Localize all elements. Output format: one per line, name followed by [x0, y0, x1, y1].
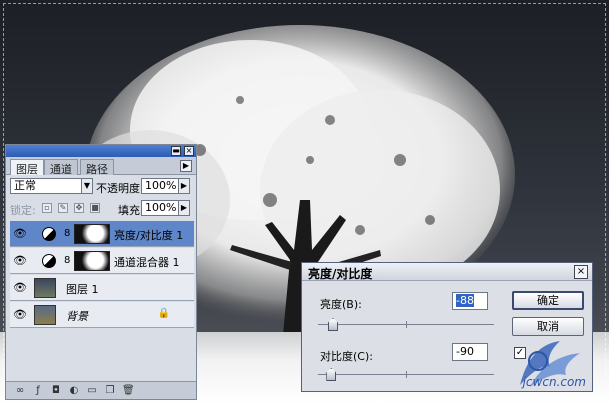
- layer-mask-thumbnail[interactable]: [74, 251, 110, 271]
- layer-channel-mixer[interactable]: 👁 8 通道混合器 1: [10, 248, 194, 274]
- blend-mode-select[interactable]: 正常: [10, 178, 82, 194]
- panel-menu-icon[interactable]: ▶: [180, 160, 192, 172]
- opacity-slider-icon[interactable]: ▶: [178, 178, 190, 194]
- lock-all-icon[interactable]: ■: [90, 203, 100, 213]
- brightness-label: 亮度(B):: [320, 298, 362, 311]
- contrast-slider[interactable]: [318, 368, 494, 382]
- tab-layers[interactable]: 图层: [10, 159, 44, 176]
- panel-footer: ∞ ƒ ◘ ◐ ▭ ❐ 🗑: [6, 381, 196, 399]
- tab-channels[interactable]: 通道: [44, 159, 78, 176]
- tab-paths[interactable]: 路径: [80, 159, 114, 176]
- layer-thumbnail: [34, 278, 56, 298]
- eye-icon[interactable]: 👁: [13, 227, 27, 241]
- slider-center-tick: [406, 371, 407, 378]
- layer-thumbnail: [34, 305, 56, 325]
- lock-label: 锁定:: [10, 204, 36, 217]
- eye-icon[interactable]: 👁: [13, 308, 27, 322]
- lock-transparency-icon[interactable]: ▫: [42, 203, 52, 213]
- fill-slider-icon[interactable]: ▶: [178, 200, 190, 216]
- contrast-input[interactable]: -90: [452, 343, 488, 361]
- delete-layer-icon[interactable]: 🗑: [122, 385, 135, 397]
- brightness-slider-knob[interactable]: [327, 318, 338, 331]
- add-mask-icon[interactable]: ◘: [50, 385, 62, 397]
- close-icon[interactable]: ×: [184, 146, 194, 156]
- lock-icon: 🔒: [157, 308, 170, 319]
- minimize-icon[interactable]: ▬: [171, 146, 181, 156]
- layer-name: 通道混合器 1: [114, 256, 180, 269]
- layer-mask-thumbnail[interactable]: [74, 224, 110, 244]
- ok-button[interactable]: 确定: [512, 291, 584, 310]
- adjustment-layer-icon: [42, 227, 56, 241]
- contrast-label: 对比度(C):: [320, 350, 373, 363]
- layer-name: 背景: [66, 310, 88, 323]
- brightness-slider[interactable]: [318, 318, 494, 332]
- layer-name: 图层 1: [66, 283, 99, 296]
- layers-panel: ▬ × 图层 通道 路径 ▶ 正常 ▼ 不透明度: 100% ▶ 锁定: ▫ ✎…: [5, 144, 197, 400]
- close-icon[interactable]: ×: [574, 265, 588, 279]
- lock-position-icon[interactable]: ✥: [74, 203, 84, 213]
- adjustment-layer-icon: [42, 254, 56, 268]
- dialog-title: 亮度/对比度: [308, 267, 373, 281]
- layer-name: 亮度/对比度 1: [114, 229, 184, 242]
- dialog-titlebar[interactable]: 亮度/对比度 ×: [302, 263, 592, 281]
- watermark-text: jcwcn.com: [522, 375, 586, 389]
- opacity-input[interactable]: 100%: [141, 178, 179, 194]
- link-icon[interactable]: 8: [64, 228, 70, 239]
- opacity-label: 不透明度:: [96, 182, 144, 195]
- blend-mode-dropdown-icon[interactable]: ▼: [81, 178, 93, 194]
- link-layers-icon[interactable]: ∞: [14, 385, 26, 397]
- contrast-slider-knob[interactable]: [326, 368, 337, 381]
- new-adjustment-icon[interactable]: ◐: [68, 385, 80, 397]
- panel-tabs: 图层 通道 路径 ▶: [6, 157, 196, 176]
- link-icon[interactable]: 8: [64, 255, 70, 266]
- slider-center-tick: [406, 321, 407, 328]
- layer-background[interactable]: 👁 背景 🔒: [10, 302, 194, 328]
- cancel-button[interactable]: 取消: [512, 317, 584, 336]
- new-layer-icon[interactable]: ❐: [104, 385, 116, 397]
- layer-brightness-contrast[interactable]: 👁 8 亮度/对比度 1: [10, 221, 194, 247]
- lock-image-icon[interactable]: ✎: [58, 203, 68, 213]
- panel-titlebar[interactable]: ▬ ×: [6, 145, 196, 157]
- eye-icon[interactable]: 👁: [13, 281, 27, 295]
- layer-style-icon[interactable]: ƒ: [32, 385, 44, 397]
- fill-input[interactable]: 100%: [141, 200, 179, 216]
- new-group-icon[interactable]: ▭: [86, 385, 98, 397]
- brightness-contrast-dialog: 亮度/对比度 × 亮度(B): -88 对比度(C): -90 确定 取消 ✓ …: [301, 262, 593, 392]
- brightness-value: -88: [456, 294, 474, 307]
- fill-label: 填充:: [118, 204, 144, 217]
- layer-1[interactable]: 👁 图层 1: [10, 275, 194, 301]
- eye-icon[interactable]: 👁: [13, 254, 27, 268]
- brightness-input[interactable]: -88: [452, 292, 488, 310]
